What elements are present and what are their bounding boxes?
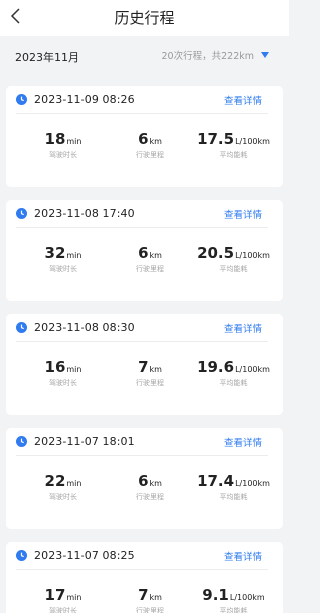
distance-unit: km bbox=[149, 251, 162, 260]
consumption-unit: L/100km bbox=[235, 479, 270, 488]
duration-unit: min bbox=[66, 251, 82, 260]
consumption-stat: 17.4L/100km 平均能耗 bbox=[191, 471, 276, 502]
duration-unit: min bbox=[66, 479, 82, 488]
duration-stat: 22min 驾驶时长 bbox=[23, 471, 103, 502]
divider bbox=[16, 341, 268, 342]
consumption-value: 19.6 bbox=[197, 358, 235, 376]
consumption-stat: 9.1L/100km 平均能耗 bbox=[191, 585, 276, 613]
distance-value: 6 bbox=[138, 472, 149, 490]
distance-stat: 7km 行驶里程 bbox=[110, 357, 190, 388]
month-filter-dropdown[interactable]: 20次行程，共222km bbox=[162, 48, 269, 62]
distance-unit: km bbox=[149, 479, 162, 488]
nav-bar: 历史行程 bbox=[0, 0, 289, 36]
distance-label: 行驶里程 bbox=[136, 151, 164, 159]
distance-stat: 6km 行驶里程 bbox=[110, 129, 190, 160]
duration-value: 16 bbox=[44, 358, 66, 376]
consumption-value: 17.5 bbox=[197, 130, 235, 148]
caret-down-icon bbox=[261, 52, 269, 58]
consumption-label: 平均能耗 bbox=[219, 493, 248, 501]
clock-icon bbox=[16, 550, 27, 561]
distance-unit: km bbox=[149, 365, 162, 374]
divider bbox=[16, 455, 268, 456]
distance-label: 行驶里程 bbox=[136, 607, 164, 613]
trip-datetime: 2023-11-07 18:01 bbox=[34, 435, 135, 448]
consumption-unit: L/100km bbox=[235, 365, 270, 374]
consumption-value: 9.1 bbox=[202, 586, 229, 604]
consumption-stat: 19.6L/100km 平均能耗 bbox=[191, 357, 276, 388]
duration-value: 18 bbox=[44, 130, 66, 148]
distance-label: 行驶里程 bbox=[136, 493, 164, 501]
view-details-link[interactable]: 查看详情 bbox=[224, 549, 262, 563]
consumption-unit: L/100km bbox=[235, 137, 270, 146]
distance-value: 7 bbox=[138, 586, 149, 604]
duration-label: 驾驶时长 bbox=[49, 607, 77, 613]
duration-value: 17 bbox=[44, 586, 66, 604]
duration-label: 驾驶时长 bbox=[49, 493, 77, 501]
trip-card-header: 2023-11-08 17:40 查看详情 bbox=[6, 200, 283, 227]
distance-unit: km bbox=[149, 137, 162, 146]
consumption-value: 17.4 bbox=[197, 472, 235, 490]
duration-stat: 18min 驾驶时长 bbox=[23, 129, 103, 160]
consumption-label: 平均能耗 bbox=[219, 151, 248, 159]
trip-card-header: 2023-11-08 08:30 查看详情 bbox=[6, 314, 283, 341]
distance-stat: 6km 行驶里程 bbox=[110, 471, 190, 502]
trip-datetime: 2023-11-08 17:40 bbox=[34, 207, 135, 220]
duration-unit: min bbox=[66, 137, 82, 146]
duration-unit: min bbox=[66, 593, 82, 602]
divider bbox=[16, 569, 268, 570]
clock-icon bbox=[16, 94, 27, 105]
trip-card: 2023-11-08 08:30 查看详情 16min 驾驶时长 7km 行驶里… bbox=[6, 314, 283, 415]
distance-stat: 7km 行驶里程 bbox=[110, 585, 190, 613]
duration-unit: min bbox=[66, 365, 82, 374]
view-details-link[interactable]: 查看详情 bbox=[224, 93, 262, 107]
clock-icon bbox=[16, 436, 27, 447]
clock-icon bbox=[16, 208, 27, 219]
duration-label: 驾驶时长 bbox=[49, 265, 77, 273]
distance-stat: 6km 行驶里程 bbox=[110, 243, 190, 274]
trip-card: 2023-11-07 08:25 查看详情 17min 驾驶时长 7km 行驶里… bbox=[6, 542, 283, 613]
duration-label: 驾驶时长 bbox=[49, 151, 77, 159]
trip-summary-text: 20次行程，共222km bbox=[161, 51, 254, 62]
distance-value: 6 bbox=[138, 130, 149, 148]
summary-bar: 2023年11月 20次行程，共222km bbox=[0, 36, 289, 78]
consumption-label: 平均能耗 bbox=[219, 607, 248, 613]
duration-stat: 17min 驾驶时长 bbox=[23, 585, 103, 613]
duration-value: 32 bbox=[44, 244, 66, 262]
duration-value: 22 bbox=[44, 472, 66, 490]
consumption-stat: 17.5L/100km 平均能耗 bbox=[191, 129, 276, 160]
consumption-unit: L/100km bbox=[229, 593, 265, 602]
clock-icon bbox=[16, 322, 27, 333]
view-details-link[interactable]: 查看详情 bbox=[224, 207, 262, 221]
duration-stat: 16min 驾驶时长 bbox=[23, 357, 103, 388]
consumption-label: 平均能耗 bbox=[219, 265, 248, 273]
consumption-label: 平均能耗 bbox=[219, 379, 248, 387]
view-details-link[interactable]: 查看详情 bbox=[224, 435, 262, 449]
distance-label: 行驶里程 bbox=[136, 265, 164, 273]
consumption-value: 20.5 bbox=[197, 244, 235, 262]
consumption-unit: L/100km bbox=[235, 251, 270, 260]
distance-unit: km bbox=[149, 593, 162, 602]
divider bbox=[16, 227, 268, 228]
distance-value: 7 bbox=[138, 358, 149, 376]
trip-datetime: 2023-11-09 08:26 bbox=[34, 93, 135, 106]
duration-stat: 32min 驾驶时长 bbox=[23, 243, 103, 274]
trip-card-header: 2023-11-07 18:01 查看详情 bbox=[6, 428, 283, 455]
month-label: 2023年11月 bbox=[15, 51, 79, 64]
distance-label: 行驶里程 bbox=[136, 379, 164, 387]
trip-card-header: 2023-11-09 08:26 查看详情 bbox=[6, 86, 283, 113]
consumption-stat: 20.5L/100km 平均能耗 bbox=[191, 243, 276, 274]
trip-card: 2023-11-07 18:01 查看详情 22min 驾驶时长 6km 行驶里… bbox=[6, 428, 283, 529]
trip-card-header: 2023-11-07 08:25 查看详情 bbox=[6, 542, 283, 569]
trip-datetime: 2023-11-07 08:25 bbox=[34, 549, 135, 562]
page-title: 历史行程 bbox=[114, 9, 175, 27]
distance-value: 6 bbox=[138, 244, 149, 262]
duration-label: 驾驶时长 bbox=[49, 379, 77, 387]
view-details-link[interactable]: 查看详情 bbox=[224, 321, 262, 335]
trip-card: 2023-11-08 17:40 查看详情 32min 驾驶时长 6km 行驶里… bbox=[6, 200, 283, 301]
trip-card: 2023-11-09 08:26 查看详情 18min 驾驶时长 6km 行驶里… bbox=[6, 86, 283, 187]
trip-datetime: 2023-11-08 08:30 bbox=[34, 321, 135, 334]
divider bbox=[16, 113, 268, 114]
